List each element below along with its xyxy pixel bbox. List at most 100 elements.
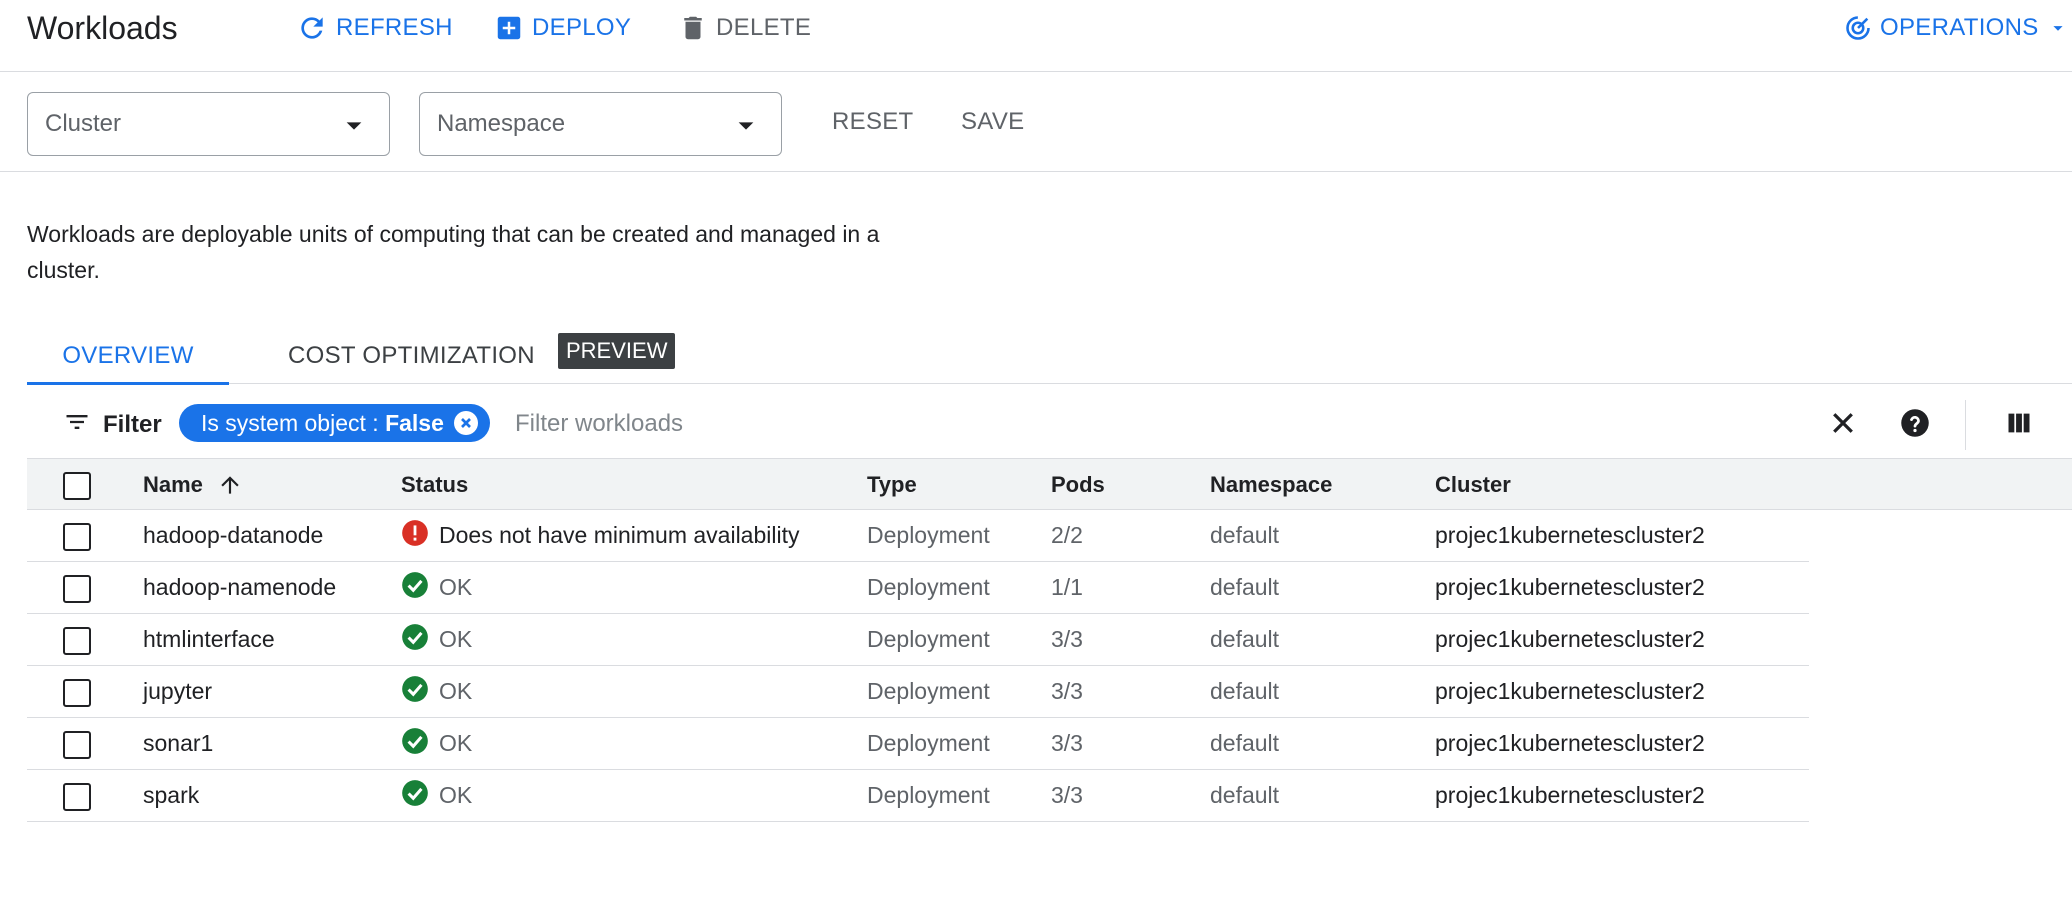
page-header: Workloads REFRESH DEPLOY DELETE OPERATIO… (0, 0, 2072, 72)
refresh-label: REFRESH (336, 14, 453, 41)
workload-name-link[interactable]: spark (143, 770, 199, 821)
table-row[interactable]: spark OK Deployment 3/3 default projec1k… (27, 770, 1809, 822)
filter-workloads-input[interactable] (513, 404, 1313, 444)
select-all-checkbox[interactable] (63, 472, 91, 500)
check-circle-icon (401, 675, 429, 709)
workload-pods: 3/3 (1051, 626, 1083, 652)
page-title: Workloads (27, 10, 178, 46)
workload-type: Deployment (867, 626, 990, 652)
filter-chip[interactable]: Is system object : False (179, 404, 490, 442)
reset-button[interactable]: RESET (832, 108, 914, 136)
workload-type: Deployment (867, 522, 990, 548)
column-header-type[interactable]: Type (867, 459, 917, 510)
workload-name-link[interactable]: htmlinterface (143, 614, 275, 665)
workload-name-link[interactable]: sonar1 (143, 718, 213, 769)
add-box-icon (494, 13, 524, 43)
tab-overview-label: OVERVIEW (62, 342, 194, 369)
toolbar-divider (1965, 400, 1966, 450)
workload-pods: 3/3 (1051, 730, 1083, 756)
dropdown-caret-icon (735, 115, 757, 142)
workload-cluster-link[interactable]: projec1kubernetescluster2 (1435, 718, 1705, 769)
help-button[interactable] (1899, 408, 1931, 443)
column-header-status[interactable]: Status (401, 459, 468, 510)
remove-chip-icon[interactable] (453, 411, 478, 435)
status-text: OK (439, 626, 473, 652)
column-header-cluster[interactable]: Cluster (1435, 459, 1511, 510)
workload-cluster-link[interactable]: projec1kubernetescluster2 (1435, 770, 1705, 821)
column-header-pods[interactable]: Pods (1051, 459, 1105, 510)
workload-name-link[interactable]: jupyter (143, 666, 212, 717)
row-checkbox[interactable] (63, 731, 91, 759)
table-row[interactable]: htmlinterface OK Deployment 3/3 default … (27, 614, 1809, 666)
row-checkbox[interactable] (63, 783, 91, 811)
workload-namespace: default (1210, 782, 1280, 808)
workload-pods: 2/2 (1051, 522, 1083, 548)
cluster-filter-bar: Cluster Namespace RESET SAVE (0, 72, 2072, 172)
check-circle-icon (401, 571, 429, 605)
workload-status: OK (401, 770, 472, 821)
workload-status: OK (401, 718, 472, 769)
refresh-button[interactable]: REFRESH (296, 8, 453, 48)
workload-cluster-link[interactable]: projec1kubernetescluster2 (1435, 614, 1705, 665)
namespace-select[interactable]: Namespace (419, 92, 782, 156)
workload-namespace: default (1210, 678, 1280, 704)
tab-bar: OVERVIEW COST OPTIMIZATION PREVIEW (27, 328, 2072, 385)
workloads-page: Workloads REFRESH DEPLOY DELETE OPERATIO… (0, 0, 2072, 922)
save-button[interactable]: SAVE (961, 108, 1024, 136)
column-header-namespace[interactable]: Namespace (1210, 459, 1332, 510)
cluster-select-label: Cluster (45, 110, 122, 137)
filter-label: Filter (103, 411, 162, 438)
delete-button[interactable]: DELETE (678, 8, 811, 48)
filter-icon (63, 408, 91, 443)
tab-overview[interactable]: OVERVIEW (27, 328, 229, 385)
filter-chip-value: False (385, 409, 444, 436)
table-filter-row: Filter Is system object : False (27, 392, 2072, 458)
workload-namespace: default (1210, 522, 1280, 548)
clear-filter-button[interactable] (1827, 409, 1859, 441)
table-row[interactable]: hadoop-datanode Does not have minimum av… (27, 510, 1809, 562)
tab-cost-optimization-label: COST OPTIMIZATION (288, 342, 535, 369)
workload-namespace: default (1210, 730, 1280, 756)
deploy-button[interactable]: DEPLOY (494, 8, 631, 48)
column-display-button[interactable] (2003, 409, 2035, 441)
status-text: OK (439, 730, 473, 756)
column-header-name-label: Name (143, 471, 203, 497)
workload-type: Deployment (867, 730, 990, 756)
page-description: Workloads are deployable units of comput… (27, 221, 880, 283)
workload-name-link[interactable]: hadoop-namenode (143, 562, 336, 613)
workload-name-link[interactable]: hadoop-datanode (143, 510, 323, 561)
row-checkbox[interactable] (63, 523, 91, 551)
workload-status: OK (401, 614, 472, 665)
status-text: OK (439, 574, 473, 600)
row-checkbox[interactable] (63, 627, 91, 655)
workload-pods: 1/1 (1051, 574, 1083, 600)
table-row[interactable]: jupyter OK Deployment 3/3 default projec… (27, 666, 1809, 718)
help-icon (1900, 408, 1930, 443)
row-checkbox[interactable] (63, 575, 91, 603)
workload-cluster-link[interactable]: projec1kubernetescluster2 (1435, 510, 1705, 561)
workload-pods: 3/3 (1051, 782, 1083, 808)
workload-status: OK (401, 666, 472, 717)
table-row[interactable]: sonar1 OK Deployment 3/3 default projec1… (27, 718, 1809, 770)
table-body: hadoop-datanode Does not have minimum av… (27, 510, 2072, 822)
workload-status: Does not have minimum availability (401, 510, 800, 561)
filter-button[interactable]: Filter (63, 405, 162, 445)
workload-cluster-link[interactable]: projec1kubernetescluster2 (1435, 666, 1705, 717)
deploy-label: DEPLOY (532, 14, 632, 41)
column-header-name[interactable]: Name (143, 459, 243, 510)
row-checkbox[interactable] (63, 679, 91, 707)
trash-icon (678, 13, 708, 43)
filter-chip-text: Is system object : False (201, 410, 444, 437)
table-row[interactable]: hadoop-namenode OK Deployment 1/1 defaul… (27, 562, 1809, 614)
namespace-select-label: Namespace (437, 110, 566, 137)
operations-button[interactable]: OPERATIONS (1844, 8, 2069, 48)
workload-status: OK (401, 562, 472, 613)
workload-type: Deployment (867, 782, 990, 808)
preview-badge: PREVIEW (558, 333, 676, 369)
delete-label: DELETE (716, 14, 812, 41)
tab-cost-optimization[interactable]: COST OPTIMIZATION (288, 328, 535, 384)
status-text: OK (439, 782, 473, 808)
cluster-select[interactable]: Cluster (27, 92, 390, 156)
workloads-table: Name Status Type Pods Namespace Cluster … (27, 458, 2072, 822)
workload-cluster-link[interactable]: projec1kubernetescluster2 (1435, 562, 1705, 613)
